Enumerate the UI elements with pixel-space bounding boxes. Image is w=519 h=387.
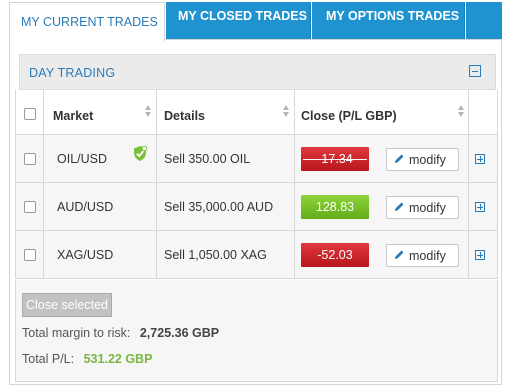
- trades-panel: DAY TRADING Market Details Close (P/L GB…: [9, 39, 502, 385]
- pencil-icon: [395, 250, 404, 259]
- market-cell: AUD/USD: [57, 200, 114, 214]
- total-margin-label: Total margin to risk:: [22, 326, 131, 340]
- modify-label: modify: [409, 249, 446, 263]
- section-title: DAY TRADING: [29, 66, 116, 80]
- total-pl: Total P/L: 531.22 GBP: [22, 352, 152, 366]
- details-cell: Sell 350.00 OIL: [164, 152, 251, 166]
- pl-badge: -17.34: [301, 147, 369, 171]
- pencil-icon: [395, 154, 404, 163]
- tab-label: MY OPTIONS TRADES: [326, 9, 460, 23]
- total-margin: Total margin to risk: 2,725.36 GBP: [22, 326, 219, 340]
- market-cell: XAG/USD: [57, 248, 114, 262]
- tab-current-trades[interactable]: MY CURRENT TRADES: [9, 2, 165, 41]
- details-cell: Sell 1,050.00 XAG: [164, 248, 267, 262]
- modify-label: modify: [409, 153, 446, 167]
- sort-icon[interactable]: [458, 105, 464, 118]
- row-checkbox[interactable]: [24, 153, 36, 165]
- modify-label: modify: [409, 201, 446, 215]
- table-row: XAG/USD Sell 1,050.00 XAG -52.03 modify: [15, 231, 498, 279]
- collapse-icon[interactable]: [469, 65, 481, 77]
- expand-icon[interactable]: [475, 154, 485, 164]
- table-row: OIL/USD Sell 350.00 OIL -17.34 modify: [15, 135, 498, 183]
- sort-icon[interactable]: [145, 105, 151, 118]
- total-margin-value: 2,725.36 GBP: [139, 326, 220, 340]
- modify-button[interactable]: modify: [386, 196, 459, 219]
- row-checkbox[interactable]: [24, 201, 36, 213]
- pl-badge: -52.03: [301, 243, 369, 267]
- details-cell: Sell 35,000.00 AUD: [164, 200, 274, 214]
- table-row: AUD/USD Sell 35,000.00 AUD 128.83 modify: [15, 183, 498, 231]
- table-header: Market Details Close (P/L GBP): [15, 90, 498, 135]
- tab-overflow[interactable]: [466, 2, 502, 40]
- total-pl-label: Total P/L:: [22, 352, 75, 366]
- sort-icon[interactable]: [283, 105, 289, 118]
- select-all-checkbox[interactable]: [24, 108, 36, 120]
- shield-check-icon: [134, 145, 148, 161]
- column-header-close[interactable]: Close (P/L GBP): [301, 109, 397, 123]
- table-footer: Close selected Total margin to risk: 2,7…: [15, 280, 498, 382]
- tab-closed-trades[interactable]: MY CLOSED TRADES: [166, 2, 311, 40]
- section-header: DAY TRADING: [19, 54, 496, 90]
- tab-label: MY CLOSED TRADES: [178, 9, 307, 23]
- column-header-details[interactable]: Details: [164, 109, 205, 123]
- pl-badge: 128.83: [301, 195, 369, 219]
- column-header-market[interactable]: Market: [53, 109, 93, 123]
- expand-icon[interactable]: [475, 202, 485, 212]
- market-cell: OIL/USD: [57, 152, 108, 166]
- modify-button[interactable]: modify: [386, 244, 459, 267]
- modify-button[interactable]: modify: [386, 148, 459, 171]
- total-pl-value: 531.22 GBP: [83, 352, 153, 366]
- row-checkbox[interactable]: [24, 249, 36, 261]
- tab-label: MY CURRENT TRADES: [21, 15, 158, 29]
- tab-bar: MY CURRENT TRADES MY CLOSED TRADES MY OP…: [9, 2, 502, 41]
- tab-options-trades[interactable]: MY OPTIONS TRADES: [312, 2, 465, 40]
- expand-icon[interactable]: [475, 250, 485, 260]
- pencil-icon: [395, 202, 404, 211]
- close-selected-button[interactable]: Close selected: [22, 293, 112, 317]
